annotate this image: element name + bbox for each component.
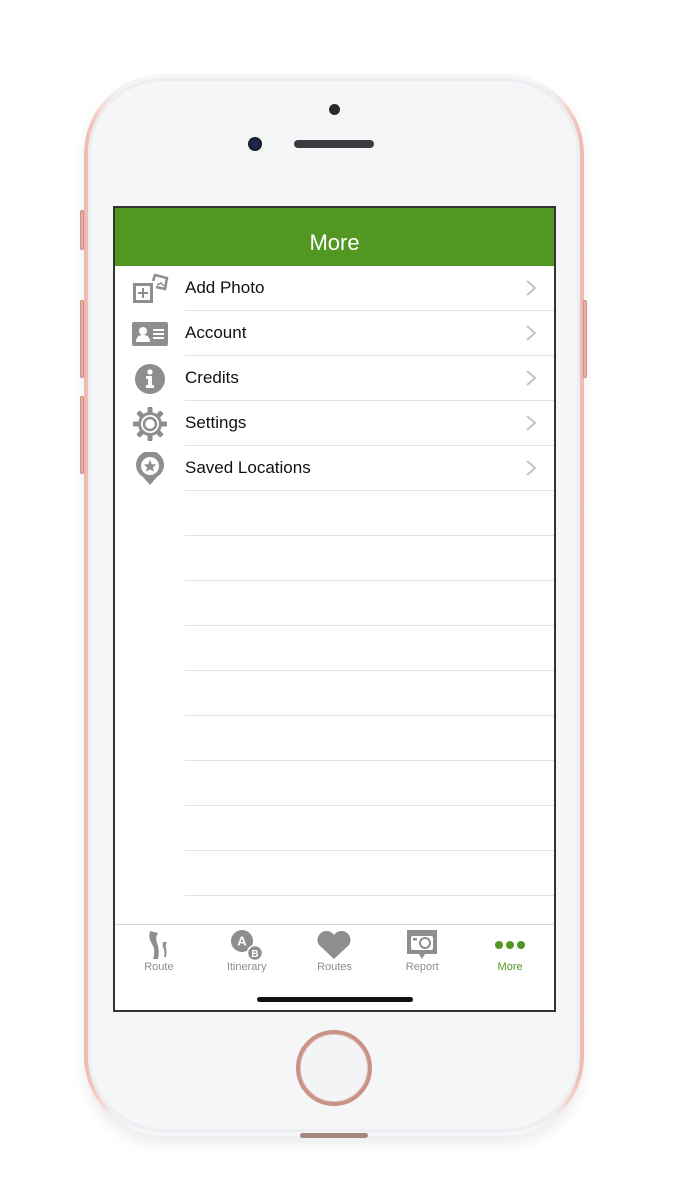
empty-row xyxy=(185,851,554,896)
account-card-icon xyxy=(115,321,185,347)
volume-down-button xyxy=(80,396,84,474)
tab-label: Routes xyxy=(317,961,352,973)
menu-item-label: Credits xyxy=(185,356,554,401)
power-button xyxy=(583,300,587,378)
menu-item-saved-locations[interactable]: Saved Locations xyxy=(115,446,554,491)
gear-icon xyxy=(115,406,185,441)
more-menu-list: Add Photo Account Credits Settings Saved… xyxy=(115,266,554,896)
svg-text:A: A xyxy=(237,934,247,949)
tab-label: More xyxy=(497,961,523,973)
home-indicator[interactable] xyxy=(257,997,413,1002)
chevron-right-icon xyxy=(526,415,537,431)
tab-label: Report xyxy=(405,961,439,973)
menu-item-label: Account xyxy=(185,311,554,356)
empty-row xyxy=(185,671,554,716)
menu-item-account[interactable]: Account xyxy=(115,311,554,356)
more-dots-icon xyxy=(494,929,526,961)
empty-row xyxy=(185,806,554,851)
empty-row xyxy=(185,536,554,581)
chevron-right-icon xyxy=(526,325,537,341)
menu-item-settings[interactable]: Settings xyxy=(115,401,554,446)
menu-item-label: Add Photo xyxy=(185,266,554,311)
report-camera-icon xyxy=(406,929,438,961)
navigation-bar: More xyxy=(115,208,554,266)
saved-location-pin-icon xyxy=(115,451,185,486)
empty-row xyxy=(185,491,554,536)
front-camera xyxy=(248,137,262,151)
app-screen: More Add Photo Account Credits Settings … xyxy=(113,206,556,1012)
tab-report[interactable]: Report xyxy=(378,925,466,977)
proximity-sensor xyxy=(329,104,340,115)
home-button[interactable] xyxy=(296,1030,372,1106)
heart-icon xyxy=(315,929,353,961)
chevron-right-icon xyxy=(526,460,537,476)
empty-row xyxy=(185,626,554,671)
info-icon xyxy=(115,363,185,395)
lightning-port xyxy=(300,1133,368,1138)
route-icon xyxy=(146,929,172,961)
empty-row xyxy=(185,761,554,806)
menu-item-add-photo[interactable]: Add Photo xyxy=(115,266,554,311)
itinerary-ab-icon: A B xyxy=(229,929,265,961)
earpiece-speaker xyxy=(294,140,374,148)
svg-text:B: B xyxy=(251,949,258,960)
tab-more[interactable]: More xyxy=(466,925,554,977)
page-title: More xyxy=(309,230,360,255)
tab-label: Route xyxy=(144,961,174,973)
tab-label: Itinerary xyxy=(226,961,267,973)
silent-switch xyxy=(80,210,84,250)
tab-bar: Route A B Itinerary Routes Report More xyxy=(115,924,554,1010)
tab-routes[interactable]: Routes xyxy=(291,925,379,977)
chevron-right-icon xyxy=(526,280,537,296)
add-photo-icon xyxy=(115,273,185,305)
empty-row xyxy=(185,581,554,626)
tab-itinerary[interactable]: A B Itinerary xyxy=(203,925,291,977)
tab-route[interactable]: Route xyxy=(115,925,203,977)
volume-up-button xyxy=(80,300,84,378)
menu-item-label: Settings xyxy=(185,401,554,446)
menu-item-label: Saved Locations xyxy=(185,446,554,491)
chevron-right-icon xyxy=(526,370,537,386)
empty-row xyxy=(185,716,554,761)
menu-item-credits[interactable]: Credits xyxy=(115,356,554,401)
